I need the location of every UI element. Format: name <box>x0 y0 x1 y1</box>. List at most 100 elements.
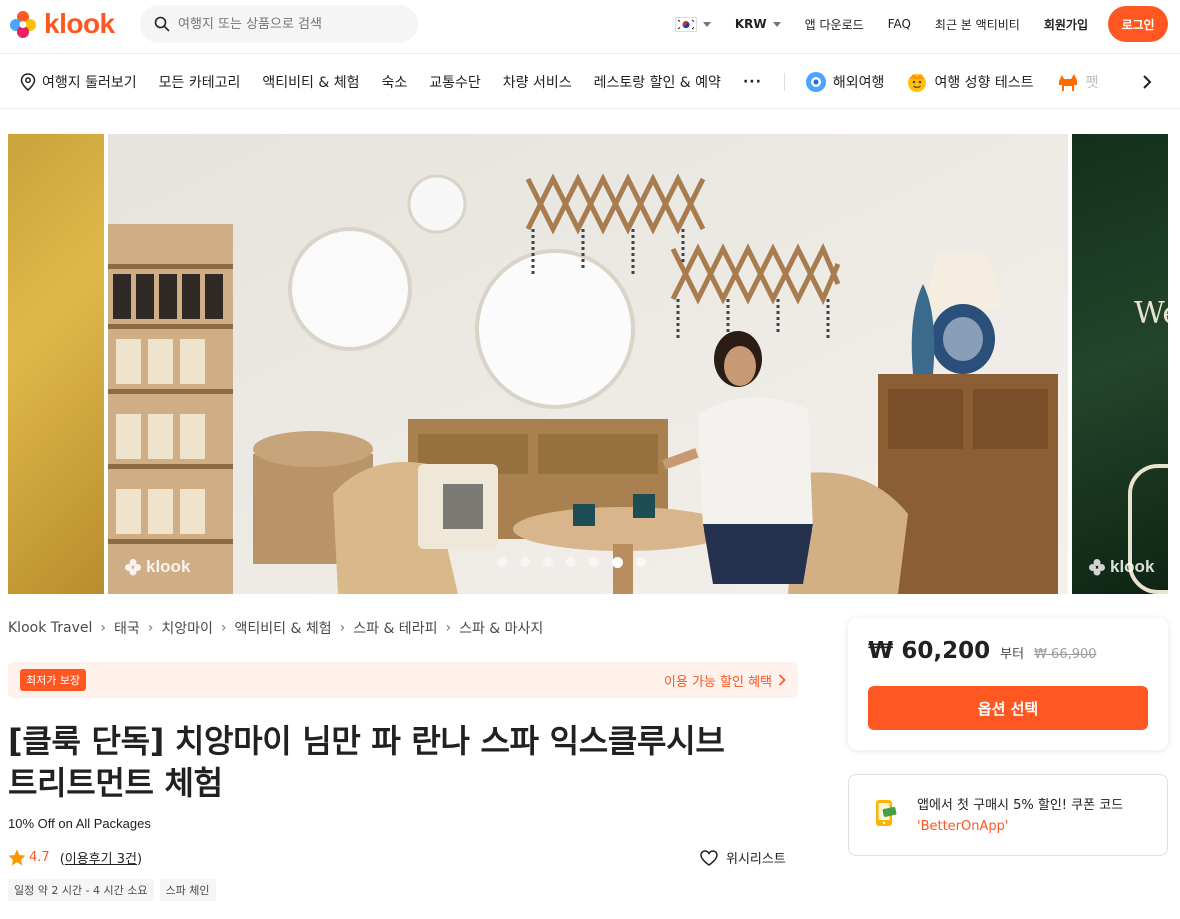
pagination-dot[interactable] <box>566 557 576 567</box>
pagination-dot[interactable] <box>520 557 530 567</box>
phone-coupon-icon <box>876 800 897 826</box>
category-car-service[interactable]: 차량 서비스 <box>503 72 572 92</box>
logo-text: klook <box>44 8 115 39</box>
pagination-dot[interactable] <box>589 557 599 567</box>
app-coupon-icon <box>871 799 899 831</box>
pagination-dot-active[interactable] <box>612 556 623 568</box>
top-header: klook KRW 앱 다운로드 FAQ 최근 <box>0 0 1180 54</box>
best-price-banner: 최저가 보장 이용 가능 할인 혜택 <box>8 662 798 698</box>
category-pet[interactable]: 펫 <box>1056 71 1099 93</box>
breadcrumb-item[interactable]: Klook Travel <box>8 620 92 636</box>
category-restaurant[interactable]: 레스토랑 할인 & 예약 <box>594 72 721 92</box>
header-nav: KRW 앱 다운로드 FAQ 최근 본 액티비티 회원가입 로그인 <box>651 6 1168 42</box>
smiley-face-icon <box>908 73 927 92</box>
wishlist-button[interactable]: 위시리스트 <box>700 848 786 867</box>
pagination-dot[interactable] <box>497 557 507 567</box>
available-discounts-link[interactable]: 이용 가능 할인 혜택 <box>664 671 786 690</box>
category-hotels[interactable]: 숙소 <box>381 72 407 92</box>
gallery-image-prev[interactable] <box>8 134 104 594</box>
app-coupon-card[interactable]: 앱에서 첫 구매시 5% 할인! 쿠폰 코드 'BetterOnApp' <box>848 774 1168 856</box>
search-icon <box>154 16 170 32</box>
star-icon <box>8 849 26 866</box>
search-input[interactable] <box>178 16 408 32</box>
location-pin-icon <box>20 72 36 91</box>
breadcrumb-separator-icon: › <box>220 620 227 636</box>
breadcrumb-separator-icon: › <box>100 620 106 636</box>
price-from-label: 부터 <box>1000 647 1025 662</box>
watermark-text: klook <box>146 557 191 576</box>
klook-watermark: klook <box>124 557 190 577</box>
faq-link[interactable]: FAQ <box>888 17 911 31</box>
title-line-1: [클룩 단독] 치앙마이 님만 파 란나 스파 익스클루시브 <box>8 722 725 760</box>
signup-link[interactable]: 회원가입 <box>1044 16 1088 33</box>
currency-label: KRW <box>734 17 767 31</box>
tag-duration: 일정 약 2 시간 - 4 시간 소요 <box>8 879 154 901</box>
category-activities[interactable]: 액티비티 & 체험 <box>262 72 359 92</box>
title-line-2: 트리트먼트 체험 <box>8 764 223 802</box>
search-bar[interactable] <box>140 5 418 43</box>
klook-watermark-icon <box>1089 559 1105 576</box>
breadcrumb-item[interactable]: 치앙마이 <box>161 618 213 638</box>
product-tags: 일정 약 2 시간 - 4 시간 소요 스파 체인 <box>8 879 216 901</box>
klook-watermark: klook <box>1088 557 1154 577</box>
breadcrumb-item[interactable]: 태국 <box>114 618 140 638</box>
gallery-image-main[interactable]: klook <box>108 134 1068 594</box>
chevron-down-icon <box>772 21 781 27</box>
reviews-close: ) <box>136 852 143 867</box>
gallery-image-next[interactable]: We klook <box>1072 134 1168 594</box>
dog-icon <box>1058 73 1077 91</box>
recent-activities-link[interactable]: 최근 본 액티비티 <box>935 16 1020 33</box>
chevron-right-icon <box>1143 74 1152 89</box>
category-label: 펫 <box>1085 74 1099 91</box>
reviews-count: 이용후기 3건 <box>64 852 137 867</box>
breadcrumb-item[interactable]: 스파 & 테라피 <box>353 618 437 638</box>
login-button[interactable]: 로그인 <box>1108 6 1168 42</box>
more-categories-button[interactable]: ··· <box>743 74 762 90</box>
category-label: 해외여행 <box>832 74 885 91</box>
breadcrumb: Klook Travel › 태국 › 치앙마이 › 액티비티 & 체험 › 스… <box>8 618 543 638</box>
breadcrumb-item[interactable]: 액티비티 & 체험 <box>235 618 332 638</box>
select-option-button[interactable]: 옵션 선택 <box>868 686 1148 730</box>
product-title: [클룩 단독] 치앙마이 님만 파 란나 스파 익스클루시브 트리트먼트 체험 <box>8 720 808 804</box>
gallery-pagination <box>497 556 646 568</box>
best-price-badge: 최저가 보장 <box>20 669 87 691</box>
wishlist-label: 위시리스트 <box>726 852 786 867</box>
klook-watermark-icon <box>125 559 141 576</box>
discount-link-label: 이용 가능 할인 혜택 <box>663 674 772 690</box>
currency-selector[interactable]: KRW <box>735 17 781 31</box>
pagination-dot[interactable] <box>543 557 553 567</box>
chevron-right-icon <box>778 674 786 686</box>
pagination-dot[interactable] <box>636 557 646 567</box>
breadcrumb-separator-icon: › <box>445 620 452 636</box>
rating-value: 4.7 <box>29 850 50 865</box>
app-coupon-text: 앱에서 첫 구매시 5% 할인! 쿠폰 코드 'BetterOnApp' <box>917 795 1123 837</box>
divider <box>783 72 785 91</box>
category-transport[interactable]: 교통수단 <box>429 72 481 92</box>
category-bar: 여행지 둘러보기 모든 카테고리 액티비티 & 체험 숙소 교통수단 차량 서비… <box>0 55 1180 109</box>
category-scroll-right[interactable] <box>1132 55 1180 108</box>
chevron-down-icon <box>702 21 711 27</box>
category-explore-destinations[interactable]: 여행지 둘러보기 <box>20 72 137 92</box>
app-download-link[interactable]: 앱 다운로드 <box>805 16 864 33</box>
reviews-link[interactable]: (이용후기 3건) <box>60 848 142 867</box>
tag-spa-chain: 스파 체인 <box>159 879 216 901</box>
price-row: ₩ 60,200 부터 ₩ 66,900 <box>868 638 1097 664</box>
breadcrumb-separator-icon: › <box>147 620 154 636</box>
klook-logo-icon <box>10 11 36 38</box>
coupon-code: 'BetterOnApp' <box>917 819 1009 834</box>
category-label: 여행 성향 테스트 <box>934 74 1034 91</box>
klook-logo[interactable]: klook <box>8 8 115 40</box>
korea-flag-icon <box>674 16 697 32</box>
breadcrumb-separator-icon: › <box>339 620 346 636</box>
breadcrumb-item[interactable]: 스파 & 마사지 <box>459 618 543 638</box>
category-travel-test[interactable]: 여행 성향 테스트 <box>906 71 1034 93</box>
category-label: 여행지 둘러보기 <box>42 74 137 91</box>
rating-row: 4.7 (이용후기 3건) <box>8 848 142 867</box>
spa-shop-photo <box>108 134 1068 594</box>
original-price: ₩ 66,900 <box>1034 647 1097 662</box>
current-price: ₩ 60,200 <box>868 638 991 664</box>
image-gallery: klook We klook <box>0 134 1180 594</box>
category-overseas-travel[interactable]: 해외여행 <box>805 71 885 93</box>
language-selector[interactable] <box>674 16 711 32</box>
category-all[interactable]: 모든 카테고리 <box>159 72 241 92</box>
